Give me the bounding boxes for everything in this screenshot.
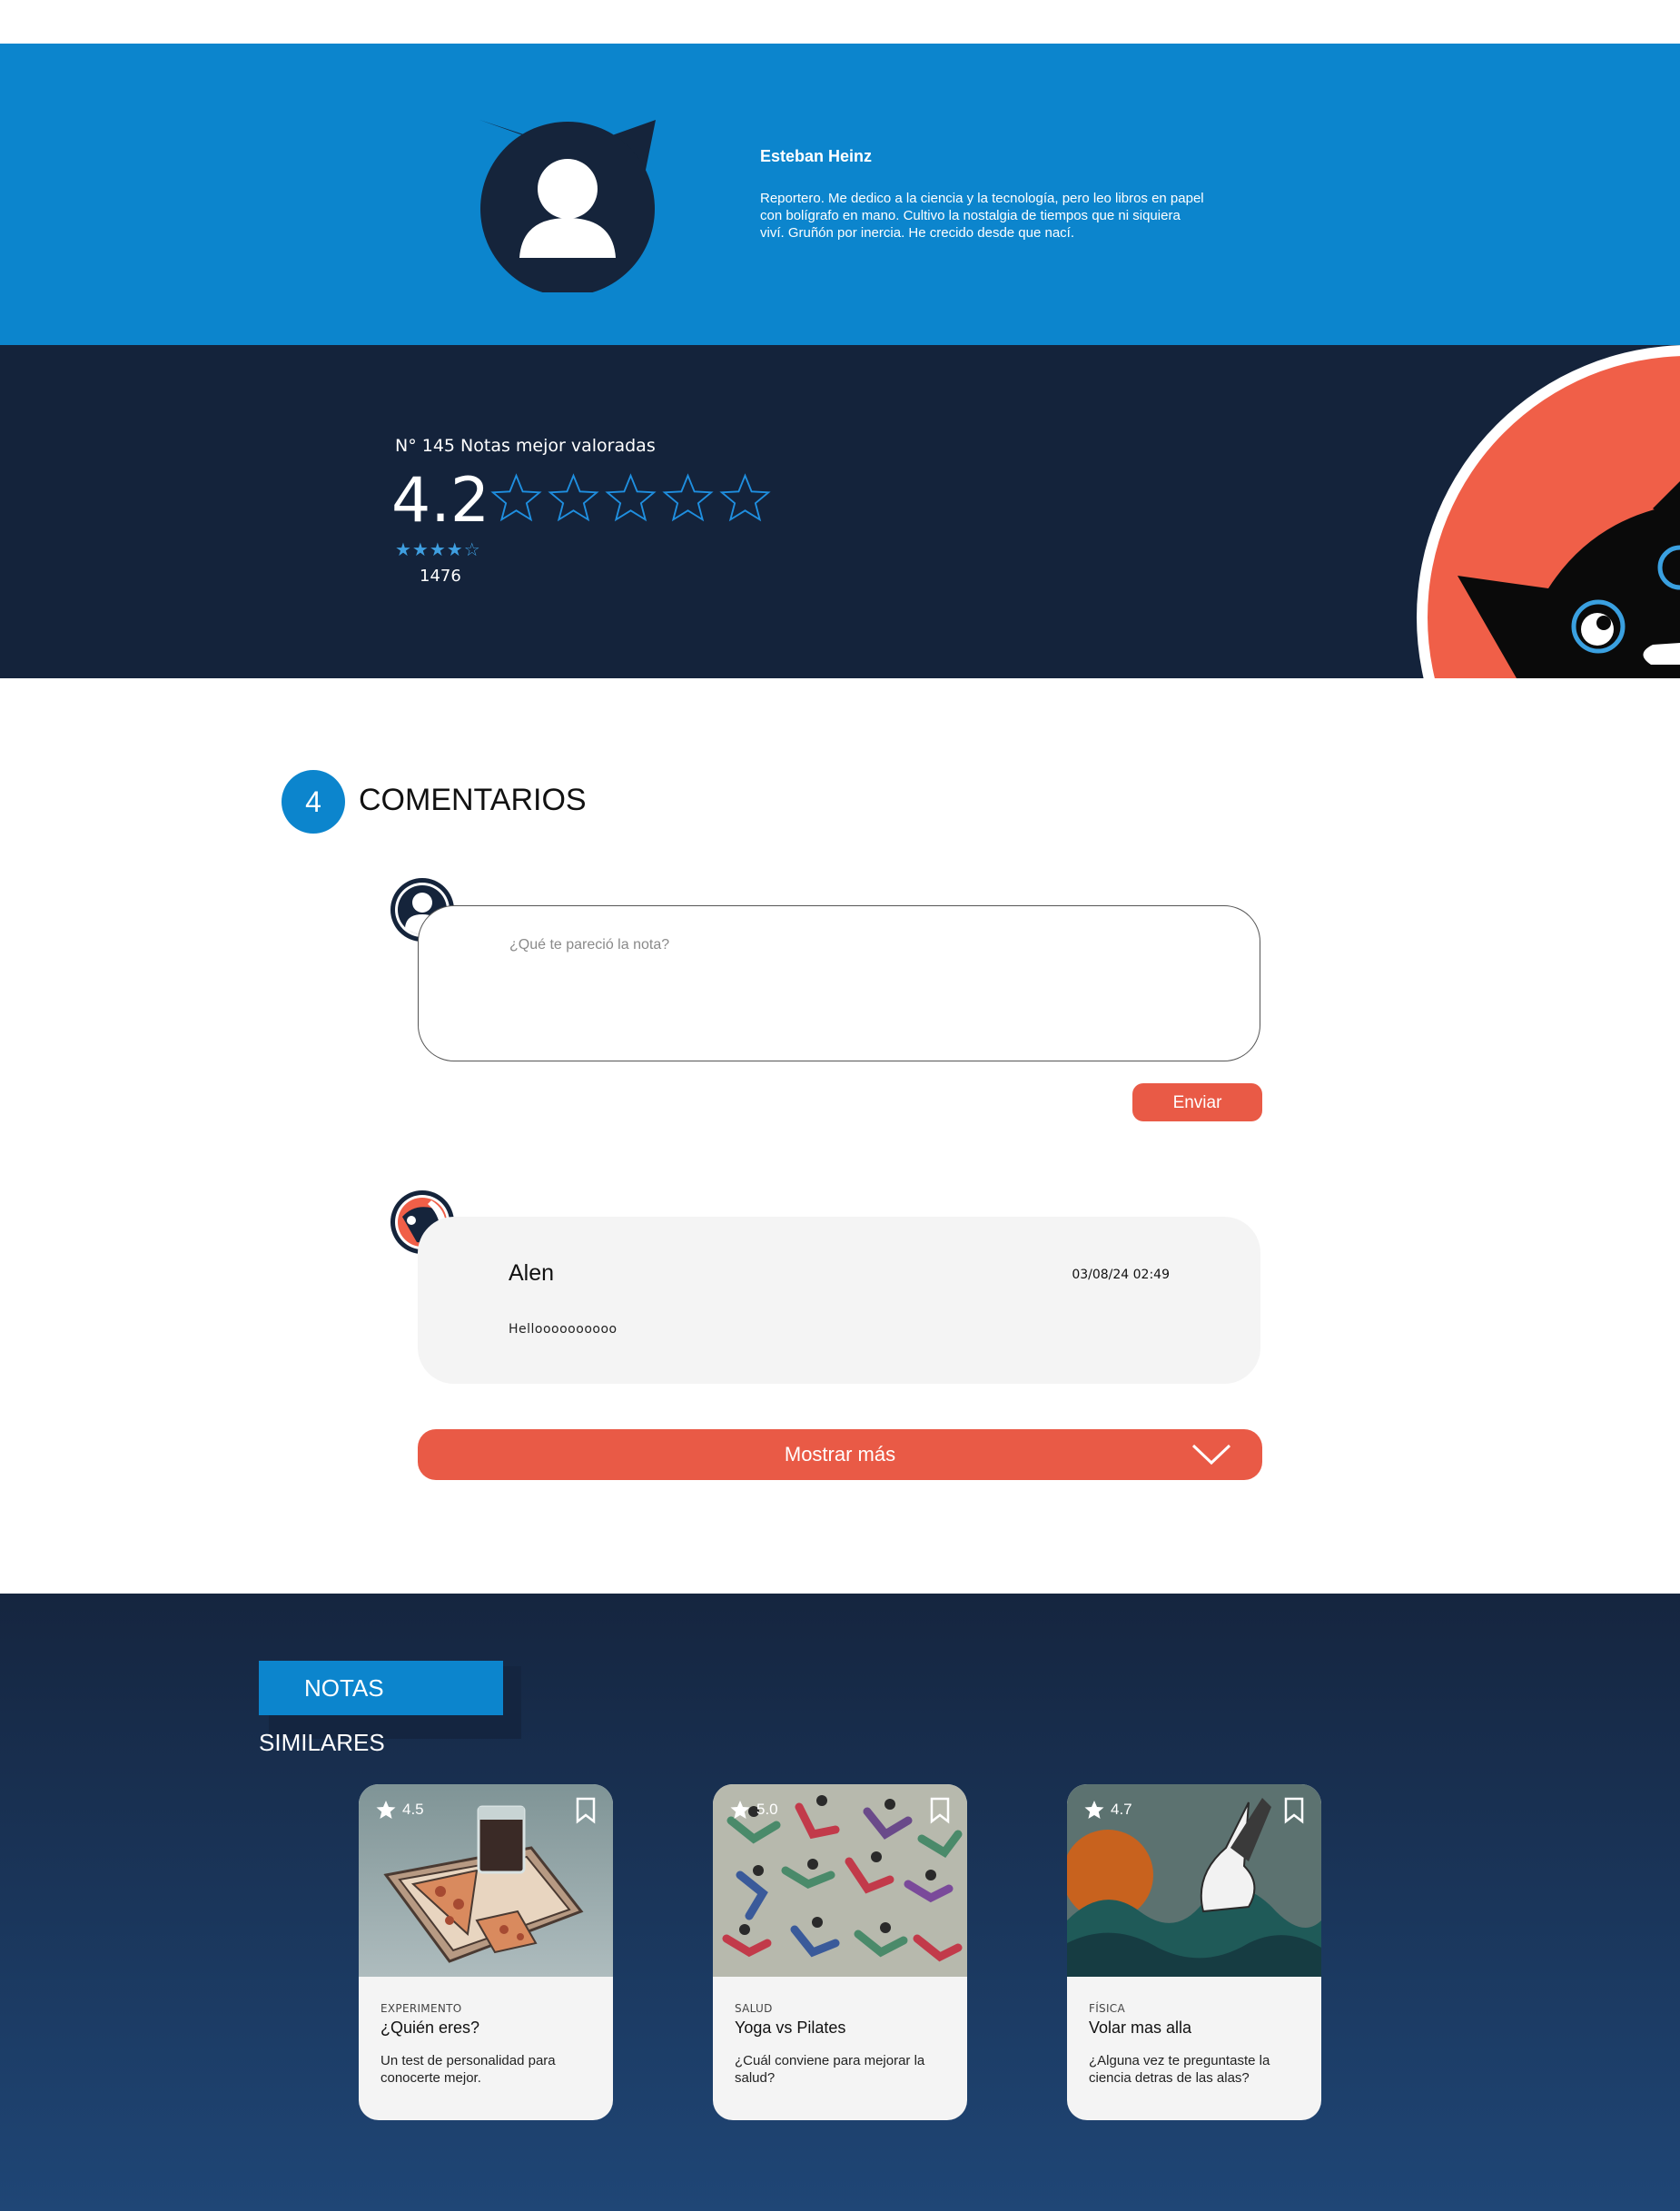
similar-notes-title: NOTAS SIMILARES bbox=[259, 1661, 503, 1756]
similar-notes-section: NOTAS SIMILARES 4.5 EXPERIMENTO ¿Quién e… bbox=[0, 1594, 1680, 2211]
star-icon bbox=[1084, 1801, 1104, 1819]
star-outline-icon[interactable] bbox=[605, 472, 657, 524]
comment-card: Alen 03/08/24 02:49 Helloooooooooo bbox=[418, 1217, 1260, 1384]
note-description: ¿Cuál conviene para mejorar la salud? bbox=[735, 2053, 925, 2086]
author-name: Esteban Heinz bbox=[760, 147, 873, 165]
note-rating-value: 4.7 bbox=[1111, 1801, 1132, 1818]
rate-stars bbox=[490, 472, 771, 524]
votes-count: 1476 bbox=[420, 567, 461, 586]
comments-title: COMENTARIOS bbox=[359, 783, 587, 817]
comment-text: Helloooooooooo bbox=[509, 1322, 618, 1337]
comment-date: 03/08/24 02:49 bbox=[1072, 1268, 1170, 1282]
note-card[interactable]: 4.5 EXPERIMENTO ¿Quién eres? Un test de … bbox=[359, 1784, 613, 2120]
note-card[interactable]: 5.0 SALUD Yoga vs Pilates ¿Cuál conviene… bbox=[713, 1784, 967, 2120]
note-rating-value: 5.0 bbox=[756, 1801, 778, 1818]
send-button[interactable]: Enviar bbox=[1132, 1083, 1262, 1121]
note-category: FÍSICA bbox=[1089, 2002, 1125, 2015]
ranking-label: N° 145 Notas mejor valoradas bbox=[395, 436, 656, 456]
author-bio: Reportero. Me dedico a la ciencia y la t… bbox=[760, 191, 1204, 241]
show-more-label: Mostrar más bbox=[784, 1443, 896, 1466]
rating-section: N° 145 Notas mejor valoradas 4.2 ★★★★☆ 1… bbox=[0, 345, 1680, 678]
rating-value: 4.2 bbox=[391, 465, 490, 537]
cat-avatar-icon bbox=[479, 120, 656, 292]
note-rating: 5.0 bbox=[729, 1799, 778, 1821]
star-icon bbox=[376, 1801, 396, 1819]
peeking-cat-illustration bbox=[1417, 345, 1680, 678]
note-rating: 4.7 bbox=[1083, 1799, 1132, 1821]
note-category: SALUD bbox=[735, 2002, 773, 2015]
note-title: Yoga vs Pilates bbox=[735, 2019, 846, 2037]
note-rating: 4.5 bbox=[375, 1799, 424, 1821]
note-category: EXPERIMENTO bbox=[380, 2002, 462, 2015]
comment-composer bbox=[418, 905, 1260, 1061]
note-card[interactable]: 4.7 FÍSICA Volar mas alla ¿Alguna vez te… bbox=[1067, 1784, 1321, 2120]
star-outline-icon[interactable] bbox=[719, 472, 771, 524]
bookmark-icon[interactable] bbox=[575, 1797, 597, 1824]
note-title: Volar mas alla bbox=[1089, 2019, 1192, 2037]
bookmark-icon[interactable] bbox=[1283, 1797, 1305, 1824]
bookmark-icon[interactable] bbox=[929, 1797, 951, 1824]
show-more-button[interactable]: Mostrar más bbox=[418, 1429, 1262, 1480]
comments-count-badge: 4 bbox=[282, 770, 345, 834]
average-stars: ★★★★☆ bbox=[395, 540, 481, 560]
chevron-down-icon bbox=[1191, 1444, 1231, 1466]
author-banner: Esteban Heinz Reportero. Me dedico a la … bbox=[0, 44, 1680, 345]
star-outline-icon[interactable] bbox=[548, 472, 599, 524]
star-outline-icon[interactable] bbox=[490, 472, 542, 524]
comment-author: Alen bbox=[509, 1260, 555, 1286]
note-description: ¿Alguna vez te preguntaste la ciencia de… bbox=[1089, 2053, 1270, 2086]
note-rating-value: 4.5 bbox=[402, 1801, 424, 1818]
note-title: ¿Quién eres? bbox=[380, 2019, 480, 2037]
comment-input[interactable] bbox=[508, 935, 1220, 1039]
star-outline-icon[interactable] bbox=[662, 472, 714, 524]
star-icon bbox=[730, 1801, 750, 1819]
note-description: Un test de personalidad para conocerte m… bbox=[380, 2053, 556, 2086]
